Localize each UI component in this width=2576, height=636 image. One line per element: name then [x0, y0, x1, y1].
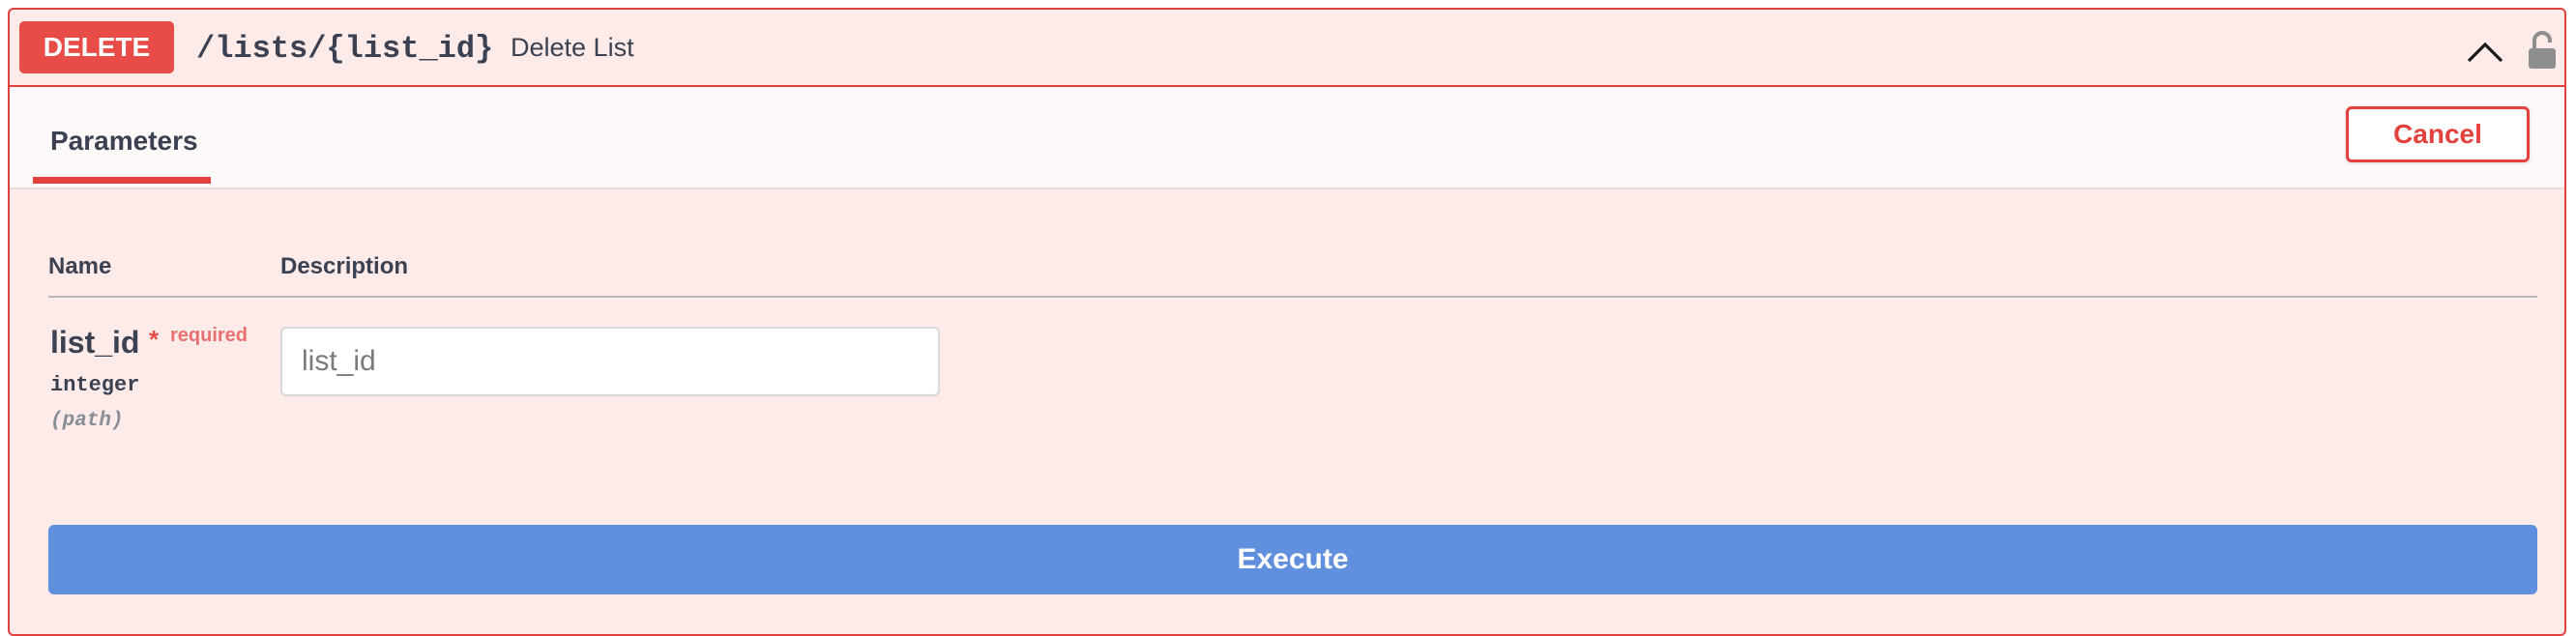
endpoint-path: /lists/{list_id} [196, 31, 494, 67]
operation-block: DELETE /lists/{list_id} Delete List Para… [8, 8, 2566, 636]
parameter-location: (path) [50, 410, 124, 432]
required-label: required [170, 325, 249, 346]
http-method-badge: DELETE [19, 21, 174, 73]
operation-summary[interactable]: DELETE /lists/{list_id} Delete List [10, 10, 2564, 87]
cancel-button[interactable]: Cancel [2346, 106, 2530, 162]
required-asterisk: * [149, 325, 160, 354]
active-tab-indicator [33, 177, 211, 184]
execute-button[interactable]: Execute [48, 525, 2537, 594]
tab-parameters[interactable]: Parameters [29, 126, 198, 157]
header-divider [48, 296, 2537, 298]
parameter-type: integer [50, 373, 140, 397]
column-header-description: Description [280, 253, 409, 279]
operation-summary-text: Delete List [511, 33, 634, 62]
unlocked-padlock-icon[interactable] [2528, 31, 2557, 70]
list-id-input[interactable] [280, 327, 940, 396]
chevron-up-icon[interactable] [2466, 39, 2504, 64]
tab-bar: Parameters [10, 87, 2564, 189]
column-header-name: Name [48, 253, 112, 279]
parameter-name: list_id [50, 325, 140, 360]
